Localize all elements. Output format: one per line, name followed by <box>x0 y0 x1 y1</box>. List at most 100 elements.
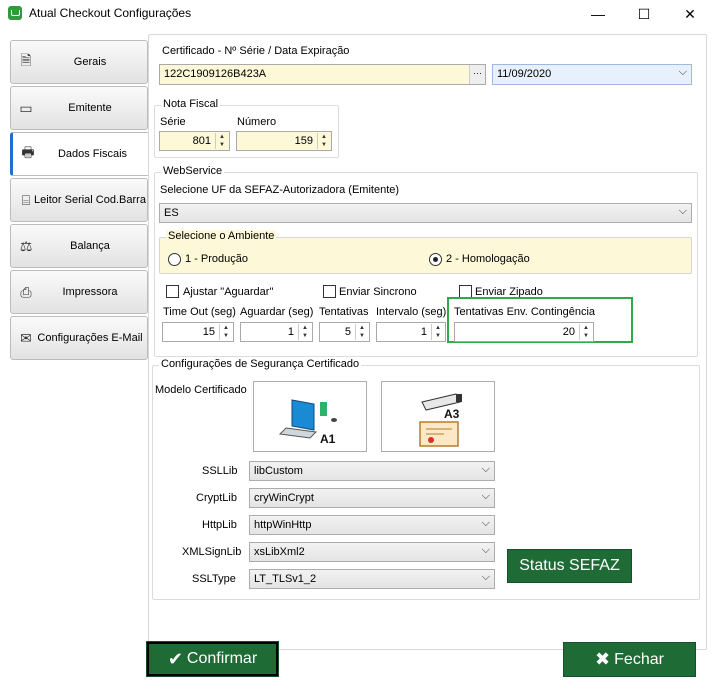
contingencia-spinner[interactable]: ▲ ▼ <box>579 324 592 340</box>
cryptlib-value: cryWinCrypt <box>254 492 314 504</box>
uf-value: ES <box>164 207 179 219</box>
nota-fiscal-title: Nota Fiscal <box>161 98 221 110</box>
cryptlib-label: CryptLib <box>196 492 237 504</box>
tab-emitente[interactable]: ▭ Emitente <box>10 86 148 130</box>
aguardar-spinner[interactable]: ▲ ▼ <box>298 324 311 340</box>
xmlsignlib-combo[interactable]: xsLibXml2 ⌵ <box>249 542 495 562</box>
cryptlib-combo[interactable]: cryWinCrypt ⌵ <box>249 488 495 508</box>
certificado-expiry-value: 11/09/2020 <box>497 68 552 80</box>
status-sefaz-button[interactable]: Status SEFAZ <box>507 549 632 583</box>
tentativas-value: 5 <box>344 326 351 338</box>
xmlsignlib-value: xsLibXml2 <box>254 546 305 558</box>
httplib-label: HttpLib <box>202 519 237 531</box>
modelo-certificado-label: Modelo Certificado <box>155 384 247 396</box>
ajustar-label: Ajustar "Aguardar" <box>183 286 274 298</box>
title-bar: Atual Checkout Configurações — ☐ ✕ <box>0 0 713 28</box>
tab-balanca[interactable]: ⚖ Balança <box>10 224 148 268</box>
enviar-sincrono-label: Enviar Sincrono <box>339 286 417 298</box>
confirmar-button[interactable]: ✔ Confirmar <box>146 641 279 677</box>
maximize-button[interactable]: ☐ <box>621 0 667 28</box>
minimize-button[interactable]: — <box>575 0 621 28</box>
ssllib-label: SSLLib <box>202 465 238 477</box>
tab-config-email[interactable]: ✉ Configurações E-Mail <box>10 316 148 360</box>
xmlsignlib-label: XMLSignLib <box>182 546 242 558</box>
serie-input[interactable]: 801 ▲ ▼ <box>159 131 230 151</box>
tab-label: Dados Fiscais <box>57 148 128 160</box>
chevron-down-icon: ⌵ <box>481 517 490 529</box>
ambiente-title: Selecione o Ambiente <box>166 230 277 242</box>
intervalo-input[interactable]: 1 ▲ ▼ <box>376 322 446 342</box>
certificado-browse-button[interactable]: ··· <box>469 65 485 84</box>
tab-label: Emitente <box>68 102 112 114</box>
uf-combo[interactable]: ES ⌵ <box>159 203 692 223</box>
ssltype-combo[interactable]: LT_TLSv1_2 ⌵ <box>249 569 495 589</box>
serie-value: 801 <box>192 135 211 147</box>
serie-spinner[interactable]: ▲ ▼ <box>215 133 228 149</box>
intervalo-label: Intervalo (seg) <box>376 306 447 318</box>
chevron-down-icon: ⌵ <box>481 463 490 475</box>
producao-radio[interactable] <box>168 253 181 266</box>
close-button[interactable]: ✕ <box>667 0 713 28</box>
intervalo-value: 1 <box>420 326 427 338</box>
tab-impressora[interactable]: ⎙ Impressora <box>10 270 148 314</box>
ajustar-checkbox[interactable] <box>166 285 179 298</box>
httplib-value: httpWinHttp <box>254 519 312 531</box>
aguardar-value: 1 <box>287 326 294 338</box>
tab-label: Gerais <box>73 56 107 68</box>
tab-label: Impressora <box>62 286 118 298</box>
tentativas-spinner[interactable]: ▲ ▼ <box>355 324 368 340</box>
tab-leitor-serial[interactable]: ⌸ Leitor Serial Cod.Barra <box>10 178 148 222</box>
tentativas-label: Tentativas <box>319 306 369 318</box>
fechar-label: Fechar <box>614 650 664 668</box>
timeout-value: 15 <box>202 326 215 338</box>
homologacao-label: 2 - Homologação <box>446 253 530 265</box>
check-icon: ✔ <box>167 648 183 669</box>
intervalo-spinner[interactable]: ▲ ▼ <box>431 324 444 340</box>
enviar-sincrono-checkbox[interactable] <box>323 285 336 298</box>
contingencia-value: 20 <box>562 326 575 338</box>
certificado-expiry-combo[interactable]: 11/09/2020 ⌵ <box>492 64 692 85</box>
certificado-a1-button[interactable]: A1 <box>253 381 367 452</box>
numero-spinner[interactable]: ▲ ▼ <box>317 133 330 149</box>
aguardar-label: Aguardar (seg) <box>240 306 314 318</box>
timeout-input[interactable]: 15 ▲ ▼ <box>162 322 234 342</box>
tab-label: Balança <box>70 240 110 252</box>
ssltype-label: SSLType <box>192 573 236 585</box>
serie-label: Série <box>160 116 186 128</box>
window-title: Atual Checkout Configurações <box>29 6 192 20</box>
numero-label: Número <box>237 116 277 128</box>
tab-label: Configurações E-Mail <box>37 332 143 344</box>
chevron-down-icon: ⌵ <box>481 571 490 583</box>
timeout-spinner[interactable]: ▲ ▼ <box>219 324 232 340</box>
producao-label: 1 - Produção <box>185 253 248 265</box>
ssllib-value: libCustom <box>254 465 303 477</box>
confirmar-label: Confirmar <box>186 650 258 667</box>
contingencia-label: Tentativas Env. Contingência <box>454 306 596 318</box>
homologacao-radio[interactable] <box>429 253 442 266</box>
httplib-combo[interactable]: httpWinHttp ⌵ <box>249 515 495 535</box>
token-certificate-icon: A3 <box>419 393 462 447</box>
numero-value: 159 <box>294 135 313 147</box>
tab-panel-dados-fiscais: Certificado - Nº Série / Data Expiração … <box>148 34 707 650</box>
a3-label: A3 <box>444 407 460 421</box>
laptop-certificate-icon: A1 <box>278 399 337 446</box>
numero-input[interactable]: 159 ▲ ▼ <box>236 131 332 151</box>
uf-label: Selecione UF da SEFAZ-Autorizadora (Emit… <box>160 184 400 196</box>
chevron-down-icon: ⌵ <box>481 544 490 556</box>
fechar-button[interactable]: ✖ Fechar <box>563 642 696 677</box>
chevron-down-icon: ⌵ <box>481 490 490 502</box>
tab-label: Leitor Serial Cod.Barra <box>34 194 146 206</box>
certificado-title: Certificado - Nº Série / Data Expiração <box>162 45 350 57</box>
certificado-serial-field[interactable]: 122C1909126B423A <box>159 64 486 85</box>
app-cart-icon <box>8 6 22 20</box>
certificado-a3-button[interactable]: A3 <box>381 381 495 452</box>
timeout-label: Time Out (seg) <box>163 306 236 318</box>
close-x-icon: ✖ <box>595 649 611 669</box>
ssllib-combo[interactable]: libCustom ⌵ <box>249 461 495 481</box>
aguardar-input[interactable]: 1 ▲ ▼ <box>240 322 313 342</box>
tab-gerais[interactable]: 🗎 Gerais <box>10 40 148 84</box>
tab-dados-fiscais[interactable]: 🖶 Dados Fiscais <box>10 132 150 176</box>
tentativas-input[interactable]: 5 ▲ ▼ <box>319 322 370 342</box>
webservice-title: WebService <box>161 165 225 177</box>
contingencia-input[interactable]: 20 ▲ ▼ <box>454 322 594 342</box>
